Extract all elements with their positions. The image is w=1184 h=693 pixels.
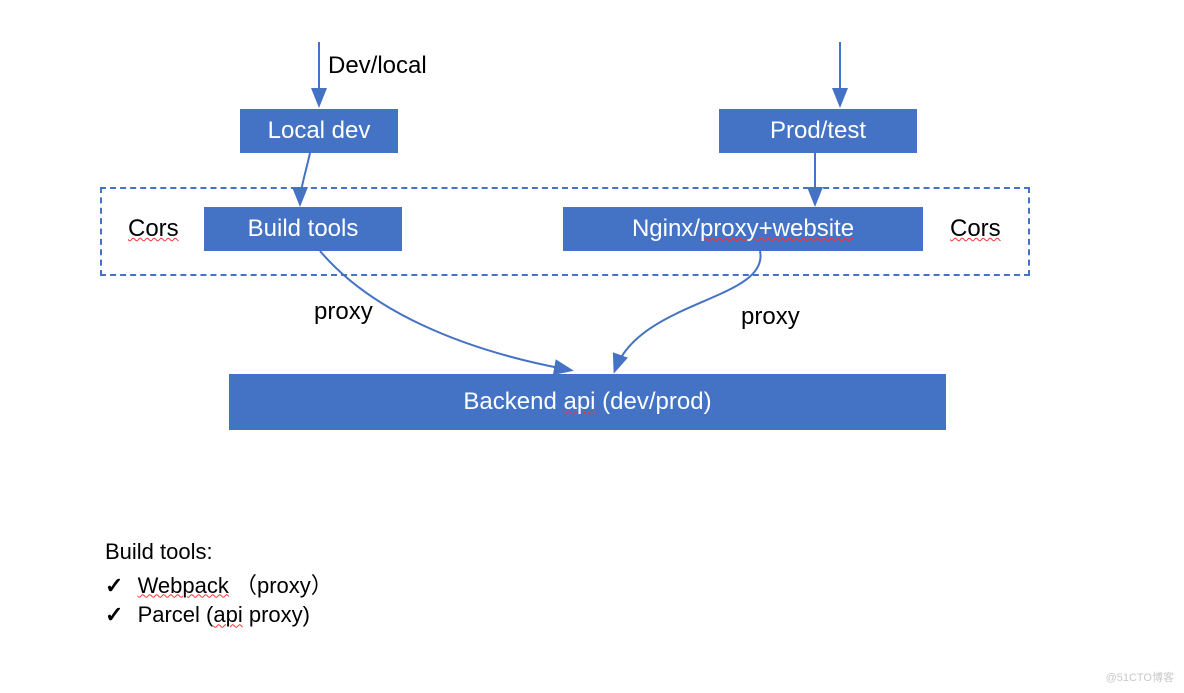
label-dev-local: Dev/local <box>328 52 427 80</box>
box-local-dev: Local dev <box>240 109 398 153</box>
box-backend-api: Backend api (dev/prod) <box>229 374 946 430</box>
box-nginx-proxy: Nginx/proxy+website <box>563 207 923 251</box>
notes-title: Build tools: <box>105 537 333 567</box>
label-proxy-left: proxy <box>314 298 373 326</box>
label-cors-right: Cors <box>950 215 1001 243</box>
box-prod-test: Prod/test <box>719 109 917 153</box>
notes-item-webpack: Webpack （proxy） <box>105 571 333 601</box>
text-nginx: Nginx/proxy+website <box>632 215 854 243</box>
build-tools-notes: Build tools: Webpack （proxy） Parcel (api… <box>105 537 333 630</box>
watermark: @51CTO博客 <box>1106 669 1174 685</box>
label-proxy-right: proxy <box>741 303 800 331</box>
text-backend: Backend api (dev/prod) <box>463 388 711 416</box>
box-build-tools: Build tools <box>204 207 402 251</box>
notes-item-parcel: Parcel (api proxy) <box>105 600 333 630</box>
label-cors-left: Cors <box>128 215 179 243</box>
